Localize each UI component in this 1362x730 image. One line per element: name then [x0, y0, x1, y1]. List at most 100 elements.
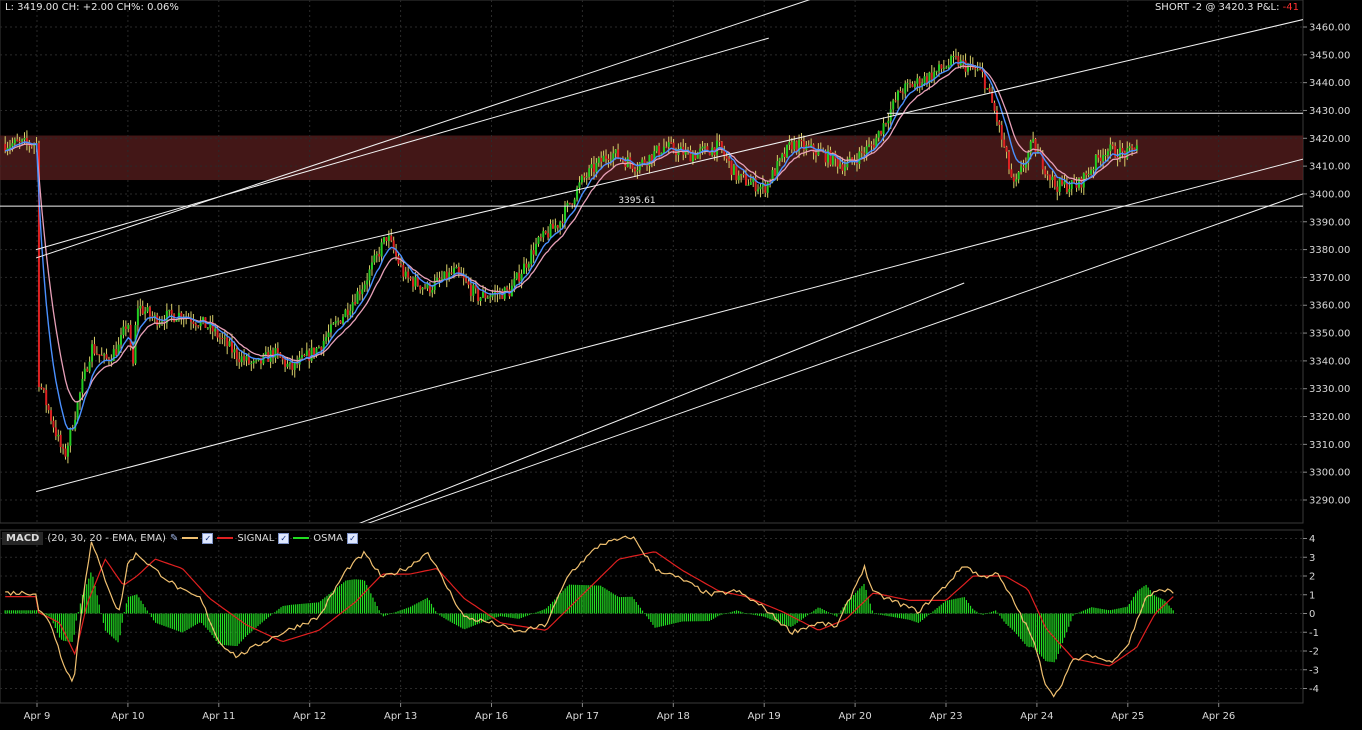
- osma-bar: [397, 611, 399, 614]
- candle-down: [411, 279, 414, 287]
- osma-bar: [689, 613, 692, 622]
- osma-bar: [297, 604, 299, 614]
- osma-bar: [10, 610, 13, 614]
- osma-bar: [650, 613, 652, 623]
- candle-up: [614, 149, 617, 154]
- osma-bar: [309, 603, 311, 614]
- osma-bar: [79, 603, 82, 614]
- candle-down: [988, 88, 991, 92]
- osma-bar: [255, 613, 257, 628]
- candle-up: [342, 316, 345, 324]
- osma-bar: [1153, 595, 1156, 614]
- osma-bar: [403, 609, 405, 614]
- osma-bar: [752, 613, 754, 615]
- osma-bar: [526, 613, 529, 616]
- candle-down: [911, 83, 914, 88]
- osma-bar: [524, 613, 527, 617]
- candle-up: [255, 360, 258, 362]
- osma-bar: [583, 585, 585, 614]
- candle-up: [786, 144, 789, 158]
- candle-up: [1106, 151, 1109, 156]
- price-ytick-label: 3350.00: [1309, 329, 1350, 340]
- osma-bar: [999, 613, 1001, 616]
- osma-checkbox[interactable]: ✓: [346, 532, 358, 544]
- osma-bar: [1049, 613, 1051, 662]
- osma-bar: [942, 602, 944, 614]
- osma-bar: [15, 610, 17, 614]
- osma-bar: [510, 613, 512, 618]
- osma-bar: [288, 605, 290, 614]
- wrench-icon[interactable]: ✎: [170, 533, 178, 544]
- candle-up: [81, 378, 84, 393]
- osma-bar: [1103, 609, 1105, 614]
- candle-up: [913, 83, 916, 88]
- candle-up: [766, 182, 769, 193]
- candle-up: [938, 64, 941, 71]
- candle-down: [807, 145, 810, 147]
- osma-bar: [441, 613, 443, 617]
- candle-down: [605, 155, 608, 159]
- candle-down: [795, 141, 798, 152]
- candle-down: [670, 142, 673, 144]
- osma-bar: [522, 613, 524, 618]
- osma-bar: [382, 613, 384, 617]
- candle-down: [399, 263, 402, 265]
- osma-bar: [284, 605, 286, 614]
- candle-down: [728, 158, 731, 161]
- osma-bar: [558, 595, 560, 614]
- osma-bar: [265, 613, 267, 619]
- osma-bar: [658, 613, 660, 627]
- osma-bar: [320, 600, 322, 614]
- candle-down: [995, 110, 998, 122]
- price-ytick-label: 3340.00: [1309, 356, 1350, 367]
- candle-up: [843, 167, 846, 171]
- candle-up: [549, 223, 552, 238]
- candle-up: [329, 324, 332, 333]
- candle-down: [658, 145, 661, 155]
- osma-bar: [804, 613, 807, 617]
- osma-bar: [368, 589, 370, 614]
- candle-up: [942, 68, 945, 70]
- osma-bar: [249, 613, 251, 634]
- candle-down: [525, 263, 528, 268]
- macd-line-checkbox[interactable]: ✓: [202, 532, 214, 544]
- candle-up: [233, 349, 236, 353]
- candle-up: [305, 350, 308, 356]
- signal-checkbox[interactable]: ✓: [278, 532, 290, 544]
- candle-down: [901, 92, 904, 94]
- osma-bar: [763, 613, 765, 617]
- osma-bar: [1038, 613, 1041, 655]
- candle-down: [291, 362, 294, 370]
- osma-bar: [196, 613, 199, 624]
- macd-ytick-label: -3: [1309, 665, 1319, 676]
- osma-bar: [702, 613, 704, 622]
- osma-bar: [35, 610, 38, 614]
- osma-bar: [1091, 607, 1093, 614]
- osma-bar: [936, 608, 938, 614]
- osma-bar: [1036, 613, 1039, 653]
- candle-up: [83, 368, 86, 379]
- osma-bar: [516, 613, 518, 619]
- osma-bar: [257, 613, 259, 627]
- osma-bar: [1128, 603, 1130, 614]
- osma-bar: [384, 613, 387, 616]
- macd-legend-name[interactable]: MACD: [2, 531, 44, 545]
- osma-bar: [17, 610, 19, 614]
- candle-up: [286, 363, 289, 367]
- candle-up: [421, 287, 424, 290]
- osma-bar: [77, 612, 79, 614]
- osma-bar: [23, 610, 25, 614]
- price-ytick-label: 3390.00: [1309, 217, 1350, 228]
- candle-up: [144, 311, 147, 314]
- osma-bar: [1024, 613, 1026, 644]
- candle-up: [626, 157, 629, 167]
- candle-up: [732, 165, 735, 175]
- osma-bar: [666, 613, 669, 625]
- osma-bar: [901, 613, 903, 619]
- osma-bar: [426, 597, 428, 614]
- osma-bar: [478, 613, 481, 624]
- osma-bar: [451, 613, 453, 623]
- osma-bar: [455, 613, 458, 626]
- osma-bar: [1105, 609, 1107, 614]
- candle-up: [757, 189, 760, 192]
